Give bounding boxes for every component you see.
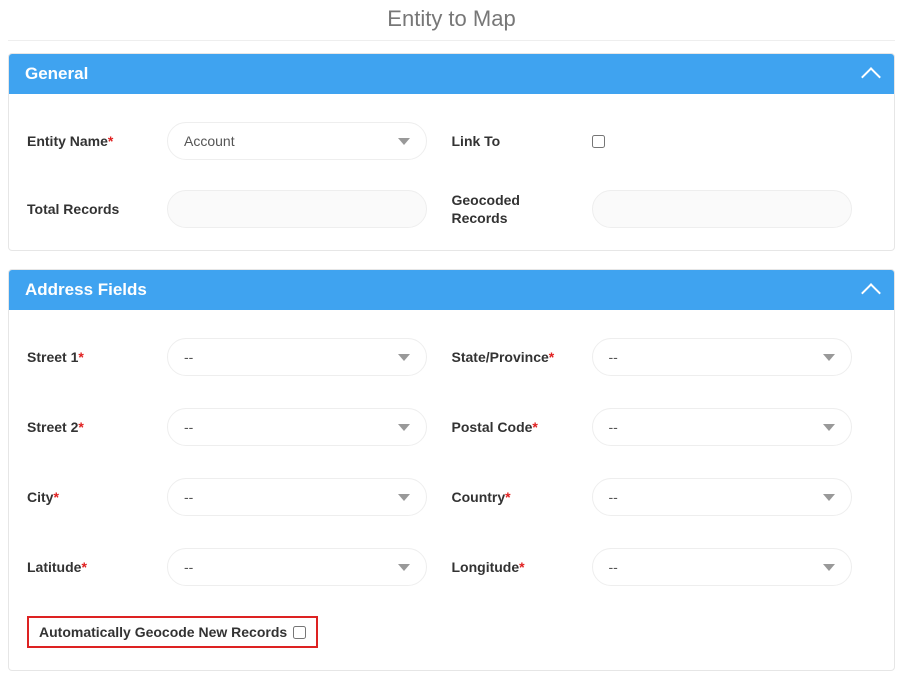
longitude-select[interactable]: -- [592, 548, 852, 586]
chevron-up-icon [861, 67, 881, 87]
address-panel-body: Street 1* -- State/Province* -- Street 2… [9, 310, 894, 670]
total-records-field [167, 190, 427, 228]
general-panel: General Entity Name* Account Link To [8, 53, 895, 251]
total-records-label: Total Records [27, 201, 167, 217]
dropdown-icon [823, 494, 835, 501]
dropdown-icon [398, 354, 410, 361]
street1-select[interactable]: -- [167, 338, 427, 376]
entity-name-label: Entity Name* [27, 133, 167, 149]
page-title: Entity to Map [0, 0, 903, 40]
country-label: Country* [452, 489, 592, 505]
city-value: -- [184, 489, 193, 505]
longitude-label: Longitude* [452, 559, 592, 575]
general-panel-header[interactable]: General [9, 54, 894, 94]
street1-value: -- [184, 349, 193, 365]
auto-geocode-label: Automatically Geocode New Records [39, 624, 287, 640]
address-panel-title: Address Fields [25, 280, 147, 300]
dropdown-icon [398, 424, 410, 431]
country-value: -- [609, 489, 618, 505]
entity-name-value: Account [184, 133, 235, 149]
link-to-label: Link To [452, 133, 592, 149]
street2-value: -- [184, 419, 193, 435]
street1-label: Street 1* [27, 349, 167, 365]
dropdown-icon [398, 564, 410, 571]
general-panel-title: General [25, 64, 88, 84]
city-select[interactable]: -- [167, 478, 427, 516]
dropdown-icon [823, 354, 835, 361]
street2-label: Street 2* [27, 419, 167, 435]
street2-select[interactable]: -- [167, 408, 427, 446]
state-province-value: -- [609, 349, 618, 365]
geocoded-records-label: Geocoded Records [452, 191, 572, 227]
title-divider [8, 40, 895, 41]
dropdown-icon [823, 564, 835, 571]
dropdown-icon [398, 138, 410, 145]
auto-geocode-highlight: Automatically Geocode New Records [27, 616, 318, 648]
state-province-select[interactable]: -- [592, 338, 852, 376]
auto-geocode-checkbox[interactable] [293, 626, 306, 639]
city-label: City* [27, 489, 167, 505]
postal-code-select[interactable]: -- [592, 408, 852, 446]
chevron-up-icon [861, 283, 881, 303]
longitude-value: -- [609, 559, 618, 575]
latitude-label: Latitude* [27, 559, 167, 575]
latitude-value: -- [184, 559, 193, 575]
country-select[interactable]: -- [592, 478, 852, 516]
dropdown-icon [823, 424, 835, 431]
address-panel: Address Fields Street 1* -- State/Provin… [8, 269, 895, 671]
entity-name-select[interactable]: Account [167, 122, 427, 160]
state-province-label: State/Province* [452, 349, 592, 365]
dropdown-icon [398, 494, 410, 501]
postal-code-label: Postal Code* [452, 419, 592, 435]
general-panel-body: Entity Name* Account Link To Total Recor… [9, 94, 894, 250]
address-panel-header[interactable]: Address Fields [9, 270, 894, 310]
geocoded-records-field [592, 190, 852, 228]
link-to-checkbox[interactable] [592, 135, 605, 148]
latitude-select[interactable]: -- [167, 548, 427, 586]
postal-code-value: -- [609, 419, 618, 435]
